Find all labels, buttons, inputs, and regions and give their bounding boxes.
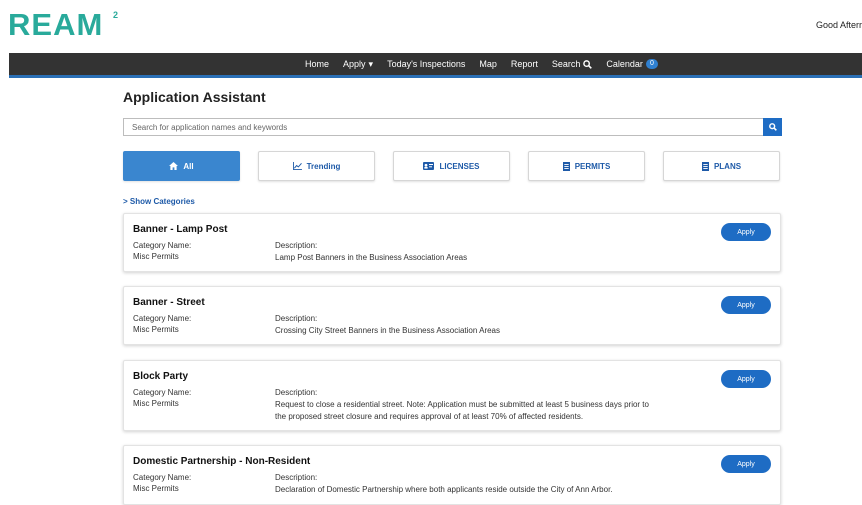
calendar-count-badge: 0 — [645, 59, 658, 69]
category-value: Misc Permits — [133, 325, 179, 334]
application-card: Banner - Lamp Post Category Name: Misc P… — [123, 213, 781, 272]
description-label: Description: — [275, 241, 318, 250]
id-card-icon — [423, 162, 435, 170]
apply-button[interactable]: Apply — [721, 370, 771, 388]
caret-down-icon: ▾ — [368, 58, 374, 69]
application-title: Banner - Street — [133, 297, 205, 308]
application-title: Block Party — [133, 371, 189, 382]
category-label: Category Name: — [133, 388, 192, 397]
application-card: Banner - Street Category Name: Misc Perm… — [123, 286, 781, 345]
top-navbar: Home Apply ▾ Today's Inspections Map Rep… — [9, 53, 862, 78]
description-label: Description: — [275, 314, 318, 323]
trending-chart-icon — [292, 162, 302, 170]
nav-report[interactable]: Report — [511, 59, 538, 69]
category-label: Category Name: — [133, 473, 192, 482]
filter-plans[interactable]: PLANS — [663, 151, 780, 181]
application-title: Banner - Lamp Post — [133, 224, 228, 235]
ream-logo: REAM 2 — [8, 9, 118, 37]
filter-trending[interactable]: Trending — [258, 151, 375, 181]
document-icon — [701, 161, 709, 171]
description-label: Description: — [275, 473, 318, 482]
nav-home[interactable]: Home — [305, 59, 329, 69]
category-label: Category Name: — [133, 241, 192, 250]
nav-calendar[interactable]: Calendar 0 — [606, 59, 658, 69]
apply-button[interactable]: Apply — [721, 223, 771, 241]
document-icon — [562, 161, 570, 171]
application-title: Domestic Partnership - Non-Resident — [133, 456, 311, 467]
home-icon — [169, 162, 179, 170]
category-value: Misc Permits — [133, 484, 179, 493]
logo-superscript: 2 — [113, 10, 118, 20]
search-button[interactable] — [763, 118, 782, 136]
nav-todays-inspections[interactable]: Today's Inspections — [387, 59, 465, 69]
page-title: Application Assistant — [123, 89, 266, 105]
search-icon — [768, 123, 777, 131]
filter-licenses[interactable]: LICENSES — [393, 151, 510, 181]
category-label: Category Name: — [133, 314, 192, 323]
application-card: Domestic Partnership - Non-Resident Cate… — [123, 445, 781, 505]
apply-button[interactable]: Apply — [721, 455, 771, 473]
category-value: Misc Permits — [133, 399, 179, 408]
show-categories-link[interactable]: > Show Categories — [123, 197, 195, 206]
apply-button[interactable]: Apply — [721, 296, 771, 314]
description-label: Description: — [275, 388, 318, 397]
search-bar — [123, 118, 782, 136]
filter-all[interactable]: All — [123, 151, 240, 181]
description-text: Lamp Post Banners in the Business Associ… — [275, 253, 468, 262]
search-input[interactable] — [123, 118, 763, 136]
nav-search[interactable]: Search — [552, 59, 593, 69]
search-icon — [583, 59, 593, 69]
logo-text: REAM — [8, 9, 103, 37]
nav-apply[interactable]: Apply ▾ — [343, 59, 373, 70]
filter-permits[interactable]: PERMITS — [528, 151, 645, 181]
description-text: Request to close a residential street. N… — [275, 400, 649, 421]
greeting-text: Good Afterr — [815, 20, 862, 30]
category-value: Misc Permits — [133, 252, 179, 261]
application-card: Block Party Category Name: Misc Permits … — [123, 360, 781, 431]
description-text: Crossing City Street Banners in the Busi… — [275, 326, 500, 335]
nav-map[interactable]: Map — [479, 59, 497, 69]
description-text: Declaration of Domestic Partnership wher… — [275, 485, 613, 494]
